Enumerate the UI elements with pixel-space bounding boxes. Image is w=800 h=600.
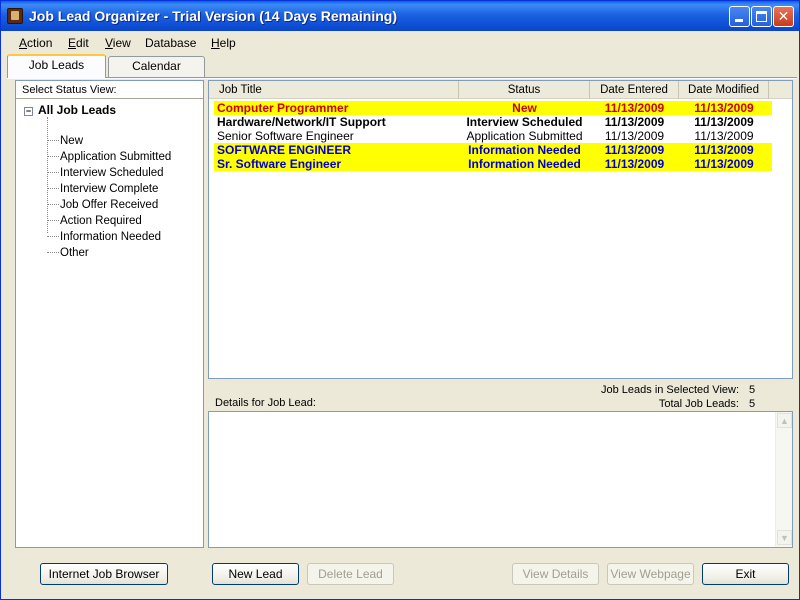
tree-item-information-needed[interactable]: Information Needed — [47, 231, 161, 243]
view-details-button[interactable]: View Details — [512, 563, 599, 585]
app-icon[interactable] — [7, 8, 23, 24]
cell-status: Information Needed — [468, 143, 581, 157]
table-row[interactable]: Sr. Software Engineer Information Needed 1… — [214, 157, 772, 171]
tree-root-all-job-leads[interactable]: − All Job Leads — [24, 103, 116, 117]
title-bar[interactable]: Job Lead Organizer - Trial Version (14 D… — [1, 1, 799, 31]
cell-title: Computer Programmer — [217, 101, 349, 115]
close-icon: ✕ — [777, 8, 790, 24]
column-header-date-entered[interactable]: Date Entered — [590, 81, 679, 99]
cell-status: Information Needed — [468, 157, 581, 171]
selected-view-count-label: Job Leads in Selected View: — [601, 384, 739, 396]
status-view-panel: Select Status View: − All Job Leads New A… — [15, 80, 204, 548]
menu-database[interactable]: Database — [145, 36, 196, 50]
tab-panel-edge — [7, 77, 797, 79]
status-view-header: Select Status View: — [16, 81, 203, 99]
app-window: Job Lead Organizer - Trial Version (14 D… — [0, 0, 800, 600]
cell-status: New — [512, 101, 537, 115]
menu-bar: Action Edit View Database Help — [2, 32, 798, 54]
selected-view-count: 5 — [749, 384, 756, 396]
collapse-icon[interactable]: − — [24, 107, 33, 116]
cell-entered: 11/13/2009 — [604, 129, 665, 143]
tree-root-label: All Job Leads — [38, 103, 117, 117]
close-button[interactable]: ✕ — [773, 6, 794, 27]
minimize-icon — [735, 19, 743, 22]
tab-calendar[interactable]: Calendar — [108, 56, 205, 77]
column-header-job-title[interactable]: Job Title — [209, 81, 459, 99]
details-label: Details for Job Lead: — [215, 397, 316, 409]
menu-action[interactable]: Action — [19, 36, 52, 50]
tree-item-interview-scheduled[interactable]: Interview Scheduled — [47, 167, 164, 179]
cell-modified: 11/13/2009 — [694, 129, 754, 143]
column-header-status[interactable]: Status — [459, 81, 590, 99]
cell-status: Interview Scheduled — [466, 115, 583, 129]
total-count-label: Total Job Leads: — [658, 398, 739, 410]
table-header: Job Title Status Date Entered Date Modif… — [209, 81, 792, 99]
table-row[interactable]: Computer Programmer New 11/13/2009 11/13/20… — [214, 101, 772, 115]
menu-view[interactable]: View — [105, 36, 131, 50]
new-lead-button[interactable]: New Lead — [212, 563, 299, 585]
lead-counts: Job Leads in Selected View: 5 Total Job … — [561, 383, 761, 411]
maximize-icon — [756, 11, 767, 22]
cell-entered: 11/13/2009 — [604, 101, 665, 115]
scroll-down-icon[interactable]: ▼ — [777, 530, 792, 545]
menu-help[interactable]: Help — [211, 36, 236, 50]
menu-edit[interactable]: Edit — [68, 36, 89, 50]
tree-item-other[interactable]: Other — [47, 247, 89, 259]
total-count: 5 — [749, 398, 756, 410]
tree-item-job-offer-received[interactable]: Job Offer Received — [47, 199, 158, 211]
cell-status: Application Submitted — [466, 129, 583, 143]
tree-item-action-required[interactable]: Action Required — [47, 215, 142, 227]
scroll-up-icon[interactable]: ▲ — [777, 413, 792, 428]
tree-item-application-submitted[interactable]: Application Submitted — [47, 151, 171, 163]
cell-entered: 11/13/2009 — [604, 115, 665, 129]
table-row[interactable]: Hardware/Network/IT Support Interview Sch… — [214, 115, 772, 129]
internet-job-browser-button[interactable]: Internet Job Browser — [40, 563, 168, 585]
tree-item-interview-complete[interactable]: Interview Complete — [47, 183, 158, 195]
cell-entered: 11/13/2009 — [604, 157, 665, 171]
view-webpage-button[interactable]: View Webpage — [607, 563, 694, 585]
column-header-date-modified[interactable]: Date Modified — [679, 81, 769, 99]
minimize-button[interactable] — [729, 6, 750, 27]
cell-modified: 11/13/2009 — [694, 157, 754, 171]
cell-entered: 11/13/2009 — [604, 143, 665, 157]
cell-modified: 11/13/2009 — [694, 143, 754, 157]
tab-job-leads[interactable]: Job Leads — [7, 54, 106, 78]
job-leads-table: Job Title Status Date Entered Date Modif… — [208, 80, 793, 379]
maximize-button[interactable] — [751, 6, 772, 27]
delete-lead-button[interactable]: Delete Lead — [307, 563, 394, 585]
window-title: Job Lead Organizer - Trial Version (14 D… — [29, 8, 397, 24]
exit-button[interactable]: Exit — [702, 563, 789, 585]
tree-item-new[interactable]: New — [47, 135, 83, 147]
table-row[interactable]: SOFTWARE ENGINEER Information Needed 11/13… — [214, 143, 772, 157]
cell-title: Hardware/Network/IT Support — [217, 115, 386, 129]
cell-title: SOFTWARE ENGINEER — [217, 143, 352, 157]
cell-title: Sr. Software Engineer — [217, 157, 342, 171]
cell-modified: 11/13/2009 — [694, 115, 754, 129]
cell-modified: 11/13/2009 — [694, 101, 754, 115]
cell-title: Senior Software Engineer — [217, 129, 354, 143]
table-row[interactable]: Senior Software Engineer Application Subm… — [214, 129, 772, 143]
details-textarea[interactable]: ▲ ▼ — [208, 411, 793, 548]
details-scrollbar[interactable]: ▲ ▼ — [775, 412, 792, 547]
